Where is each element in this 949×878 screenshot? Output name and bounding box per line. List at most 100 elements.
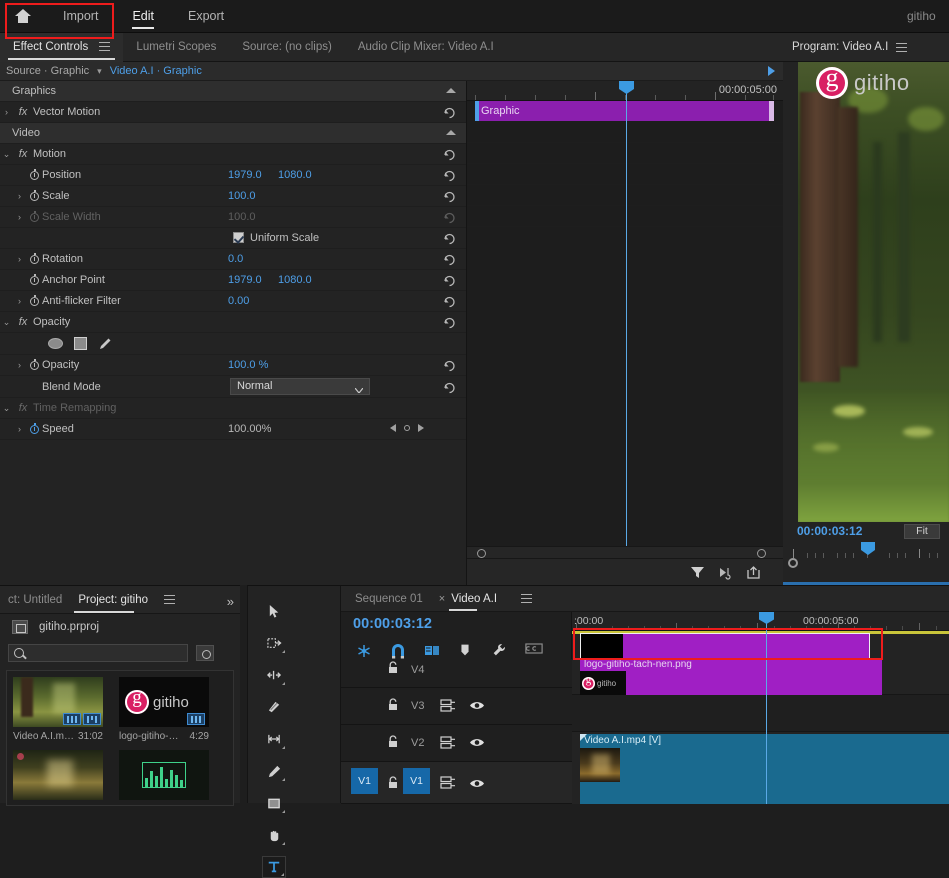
snap-icon[interactable] — [389, 642, 407, 660]
twisty-icon[interactable]: › — [13, 296, 26, 306]
bin-item-video-2[interactable] — [13, 750, 103, 800]
param-row-anti-flicker-filter[interactable]: › Anti-flicker Filter 0.00 — [0, 291, 466, 312]
menu-item-import[interactable]: Import — [46, 0, 115, 33]
track-header-v1[interactable]: V1 V1 — [341, 762, 572, 804]
param-position-y[interactable]: 1080.0 — [278, 169, 312, 181]
blend-mode-select[interactable]: Normal — [230, 378, 370, 395]
razor-tool[interactable] — [262, 696, 286, 718]
linked-selection-icon[interactable] — [423, 642, 441, 660]
tab-audio-clip-mixer[interactable]: Audio Clip Mixer: Video A.I — [345, 33, 507, 62]
captions-icon[interactable] — [525, 642, 543, 660]
program-monitor-video[interactable]: gitiho — [798, 62, 949, 522]
group-header-video[interactable]: Video — [0, 123, 466, 144]
lock-icon[interactable] — [387, 776, 399, 789]
param-anchor-y[interactable]: 1080.0 — [278, 274, 312, 286]
rectangle-tool[interactable] — [262, 792, 286, 814]
reset-icon[interactable] — [443, 253, 456, 266]
reset-icon[interactable] — [443, 295, 456, 308]
reset-icon[interactable] — [443, 274, 456, 287]
param-row-speed[interactable]: › Speed 100.00% — [0, 419, 466, 440]
tab-video-ai[interactable]: Video A.I — [451, 593, 497, 605]
effect-timeline-playhead[interactable] — [626, 81, 627, 564]
collapse-triangle-icon[interactable] — [446, 130, 456, 135]
param-speed-value[interactable]: 100.00% — [228, 423, 271, 435]
effect-row-opacity[interactable]: ⌄ fx Opacity — [0, 312, 466, 333]
twisty-icon[interactable]: ⌄ — [0, 403, 13, 414]
add-keyframe-icon[interactable] — [404, 425, 410, 431]
timeline-clip-v3[interactable]: logo-gitiho-tach-nen.png gitiho — [580, 658, 882, 695]
param-anti-flicker-value[interactable]: 0.00 — [228, 295, 249, 307]
effect-row-vector-motion[interactable]: › fx Vector Motion — [0, 102, 466, 123]
pen-mask-icon[interactable] — [98, 337, 112, 351]
reset-icon[interactable] — [443, 232, 456, 245]
ellipse-mask-icon[interactable] — [48, 338, 63, 349]
marker-icon[interactable] — [457, 642, 475, 660]
tab-project-gitiho[interactable]: Project: gitiho — [70, 594, 156, 606]
track-header-v3[interactable]: V3 — [341, 688, 572, 725]
menu-item-edit[interactable]: Edit — [115, 0, 171, 33]
scroll-handle-left[interactable] — [477, 549, 486, 558]
keyframe-nav-icon[interactable] — [718, 565, 733, 580]
reset-icon[interactable] — [443, 316, 456, 329]
selection-tool[interactable] — [262, 600, 286, 622]
program-monitor-marker-icon[interactable] — [788, 558, 798, 568]
tab-effect-controls-untitled[interactable]: ct: Untitled — [0, 594, 70, 606]
param-row-blend-mode[interactable]: Blend Mode Normal — [0, 376, 466, 398]
twisty-icon[interactable]: ⌄ — [0, 149, 13, 160]
bin-item-audio[interactable] — [119, 750, 209, 800]
stopwatch-icon[interactable] — [26, 361, 42, 370]
effect-timeline-scrollbar[interactable] — [467, 546, 784, 559]
type-tool[interactable] — [262, 856, 286, 878]
breadcrumb-target[interactable]: Video A.I · Graphic — [110, 65, 202, 77]
uniform-scale-checkbox[interactable] — [233, 232, 244, 243]
twisty-icon[interactable]: › — [0, 107, 13, 117]
hamburger-menu-icon[interactable] — [521, 594, 532, 603]
reset-icon[interactable] — [443, 148, 456, 161]
sync-lock-icon[interactable] — [440, 776, 456, 789]
group-header-graphics[interactable]: Graphics — [0, 81, 466, 102]
rectangle-mask-icon[interactable] — [74, 337, 87, 350]
zoom-level-select[interactable]: Fit — [904, 524, 940, 539]
twisty-icon[interactable]: › — [13, 191, 26, 201]
tab-sequence-01[interactable]: Sequence 01 — [355, 593, 423, 605]
lock-icon[interactable] — [387, 735, 399, 748]
pen-tool[interactable] — [262, 760, 286, 782]
next-keyframe-icon[interactable] — [418, 424, 424, 432]
bin-item-video[interactable]: Video A.I.mp4 31:02 — [13, 677, 103, 742]
stopwatch-icon[interactable] — [26, 425, 42, 434]
effect-timeline-clip-graphic[interactable]: Graphic — [475, 101, 774, 121]
timeline-clip-v1[interactable]: Video A.I.mp4 [V] — [580, 734, 949, 804]
export-icon[interactable] — [746, 565, 761, 580]
previous-keyframe-icon[interactable] — [390, 424, 396, 432]
bin-item-logo[interactable]: gitiho logo-gitiho-ta... 4:29 — [119, 677, 209, 742]
track-visibility-eye-icon[interactable] — [469, 778, 485, 789]
stopwatch-icon[interactable] — [26, 297, 42, 306]
find-button[interactable] — [196, 645, 214, 661]
reset-icon[interactable] — [443, 381, 456, 394]
tab-source[interactable]: Source: (no clips) — [229, 33, 344, 62]
effect-row-motion[interactable]: ⌄ fx Motion — [0, 144, 466, 165]
reset-icon[interactable] — [443, 169, 456, 182]
param-position-x[interactable]: 1979.0 — [228, 169, 262, 181]
param-row-position[interactable]: Position 1979.0 1080.0 — [0, 165, 466, 186]
reset-icon[interactable] — [443, 190, 456, 203]
sync-lock-icon[interactable] — [440, 736, 456, 749]
timeline-timecode[interactable]: 00:00:03:12 — [353, 616, 432, 632]
chevron-down-icon[interactable]: ▾ — [97, 66, 102, 77]
stopwatch-icon[interactable] — [26, 276, 42, 285]
twisty-icon[interactable]: › — [13, 360, 26, 370]
param-scale-value[interactable]: 100.0 — [228, 190, 256, 202]
param-row-uniform-scale[interactable]: Uniform Scale — [0, 228, 466, 249]
param-row-anchor-point[interactable]: Anchor Point 1979.0 1080.0 — [0, 270, 466, 291]
settings-wrench-icon[interactable] — [491, 642, 509, 660]
ripple-edit-tool[interactable] — [262, 664, 286, 686]
slip-tool[interactable] — [262, 728, 286, 750]
param-row-opacity[interactable]: › Opacity 100.0 % — [0, 355, 466, 376]
stopwatch-icon[interactable] — [26, 192, 42, 201]
program-monitor-timecode[interactable]: 00:00:03:12 — [797, 524, 862, 538]
reset-icon[interactable] — [443, 106, 456, 119]
lock-icon[interactable] — [387, 698, 399, 711]
twisty-icon[interactable]: › — [13, 254, 26, 264]
track-select-forward-tool[interactable] — [262, 632, 286, 654]
stopwatch-icon[interactable] — [26, 171, 42, 180]
